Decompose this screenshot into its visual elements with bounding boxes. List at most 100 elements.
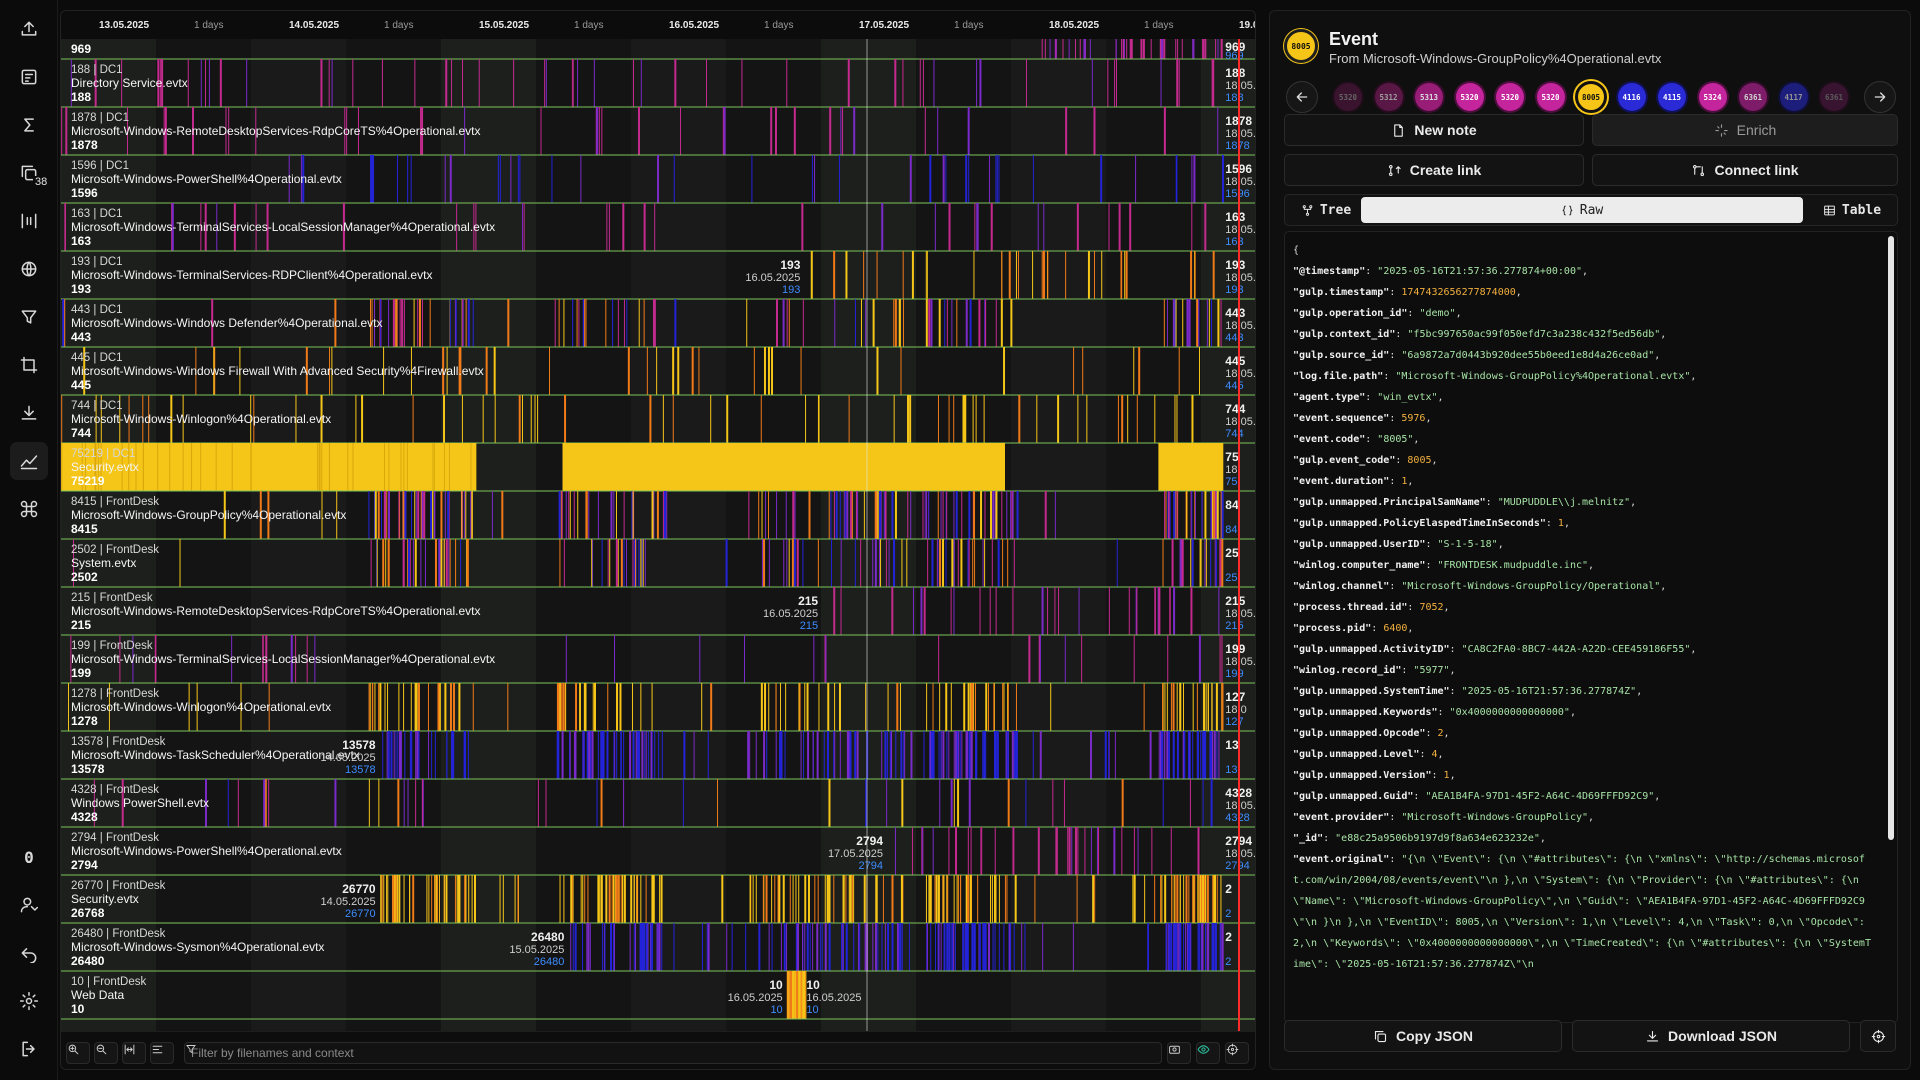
event-chip[interactable]: 5320 bbox=[1453, 81, 1486, 113]
tab-table[interactable]: Table bbox=[1809, 197, 1895, 223]
event-mark bbox=[994, 923, 996, 971]
parsing-icon[interactable] bbox=[10, 58, 48, 96]
event-mark bbox=[456, 875, 458, 923]
copy-json-button[interactable]: Copy JSON bbox=[1284, 1020, 1562, 1052]
json-value: "S-1-5-18" bbox=[1437, 539, 1498, 550]
event-mark bbox=[1093, 251, 1095, 299]
tab-raw[interactable]: Raw bbox=[1361, 197, 1803, 223]
json-scrollbar[interactable] bbox=[1888, 236, 1894, 840]
event-mark bbox=[1202, 39, 1205, 59]
next-event-icon[interactable] bbox=[1864, 81, 1896, 113]
event-chip-active[interactable]: 8005 bbox=[1575, 81, 1607, 113]
visibility-toggle-icon[interactable] bbox=[1196, 1042, 1220, 1064]
event-chip[interactable]: 5313 bbox=[1413, 81, 1445, 113]
event-chip[interactable]: 4115 bbox=[1656, 81, 1688, 113]
counter-button[interactable]: 0 bbox=[10, 838, 48, 876]
event-mark bbox=[617, 539, 619, 587]
event-mark bbox=[945, 683, 948, 731]
json-key: "process.pid" bbox=[1293, 623, 1372, 634]
target-icon[interactable] bbox=[1225, 1042, 1249, 1064]
event-mark bbox=[1220, 299, 1222, 347]
fit-width-icon[interactable] bbox=[122, 1042, 146, 1064]
event-mark bbox=[615, 491, 617, 539]
event-mark bbox=[1194, 251, 1196, 299]
event-mark bbox=[381, 875, 383, 923]
event-chip[interactable]: 5320 bbox=[1534, 81, 1567, 113]
json-field: "gulp.unmapped.Level": 4, bbox=[1293, 749, 1444, 760]
raw-json-view[interactable]: { "@timestamp": "2025-05-16T21:57:36.277… bbox=[1284, 231, 1898, 1023]
event-mark bbox=[884, 923, 886, 971]
event-mark bbox=[1044, 491, 1047, 539]
event-chip[interactable]: 5312 bbox=[1372, 81, 1405, 113]
new-note-button[interactable]: New note bbox=[1284, 114, 1584, 146]
event-mark bbox=[760, 395, 762, 443]
sources-copy-icon[interactable]: 38 bbox=[10, 154, 50, 192]
logout-icon[interactable] bbox=[10, 1030, 48, 1068]
event-mark bbox=[569, 491, 571, 539]
previous-event-icon[interactable] bbox=[1286, 81, 1318, 113]
globe-icon[interactable] bbox=[10, 250, 48, 288]
event-mark bbox=[1172, 683, 1175, 731]
row-count-label: 26768 bbox=[71, 906, 105, 920]
timeline-chart-icon[interactable] bbox=[10, 442, 48, 480]
locate-event-button[interactable] bbox=[1860, 1020, 1896, 1052]
split-view-icon[interactable] bbox=[10, 202, 48, 240]
undo-icon[interactable] bbox=[10, 934, 48, 972]
event-chip[interactable]: 5324 bbox=[1696, 81, 1729, 113]
event-mark bbox=[989, 587, 991, 635]
event-mark bbox=[1174, 299, 1176, 347]
json-open-brace: { bbox=[1293, 245, 1300, 256]
event-chip[interactable]: 5320 bbox=[1494, 81, 1526, 113]
event-mark bbox=[656, 347, 658, 395]
screenshot-icon[interactable] bbox=[1167, 1042, 1191, 1064]
event-mark bbox=[418, 299, 421, 347]
event-mark bbox=[658, 731, 660, 779]
event-chip[interactable]: 6361 bbox=[1818, 81, 1850, 113]
json-value: "2025-05-16T21:57:36.277874Z" bbox=[1461, 686, 1637, 697]
event-panel: 8005 Event From Microsoft-Windows-GroupP… bbox=[1269, 10, 1911, 1070]
filter-bar[interactable] bbox=[184, 1042, 1162, 1064]
users-icon[interactable] bbox=[10, 886, 48, 924]
row-context-label: 188 | DC1 bbox=[71, 64, 123, 76]
command-icon[interactable] bbox=[10, 490, 48, 528]
filter-icon[interactable] bbox=[10, 298, 48, 336]
enrich-button[interactable]: Enrich bbox=[1592, 114, 1898, 146]
event-chip[interactable]: 6361 bbox=[1737, 81, 1769, 113]
list-settings-icon[interactable] bbox=[150, 1042, 174, 1064]
json-value: "{\n \"Event\": {\n \"#attributes\": {\n… bbox=[1293, 854, 1871, 970]
event-mark bbox=[929, 155, 932, 203]
row-count-label: 75219 bbox=[71, 474, 105, 488]
download-icon[interactable] bbox=[10, 394, 48, 432]
event-chip[interactable]: 4116 bbox=[1615, 81, 1648, 113]
event-chip[interactable]: 5320 bbox=[1332, 81, 1364, 113]
timeline-panel[interactable]: 13.05.2025 1 days 14.05.2025 1 days 15.05.20… bbox=[60, 10, 1256, 1070]
zoom-out-icon[interactable] bbox=[94, 1042, 118, 1064]
event-mark bbox=[513, 59, 515, 107]
filter-input[interactable] bbox=[191, 1046, 1131, 1060]
row-end-count-blue: 969 bbox=[1225, 50, 1243, 62]
download-json-button[interactable]: Download JSON bbox=[1572, 1020, 1850, 1052]
connect-link-button[interactable]: Connect link bbox=[1592, 154, 1898, 186]
event-mark bbox=[726, 395, 729, 443]
upload-icon[interactable] bbox=[10, 10, 48, 48]
event-chip[interactable]: 4117 bbox=[1777, 81, 1810, 113]
event-mark bbox=[957, 779, 960, 827]
event-code-badge: 8005 bbox=[1284, 29, 1318, 63]
event-mark bbox=[644, 923, 646, 971]
timeline-canvas[interactable]: 13.05.2025 1 days 14.05.2025 1 days 15.05.20… bbox=[61, 11, 1256, 1031]
event-mark bbox=[586, 923, 588, 971]
json-key: "winlog.channel" bbox=[1293, 581, 1390, 592]
row-end-date: 18.0 bbox=[1225, 704, 1246, 716]
tab-tree[interactable]: Tree bbox=[1289, 197, 1363, 223]
crop-icon[interactable] bbox=[10, 346, 48, 384]
event-mark bbox=[651, 491, 654, 539]
event-mark bbox=[934, 923, 936, 971]
zoom-in-icon[interactable] bbox=[66, 1042, 90, 1064]
event-mark bbox=[794, 491, 796, 539]
create-link-button[interactable]: Create link bbox=[1284, 154, 1584, 186]
event-mark bbox=[601, 731, 604, 779]
event-mark bbox=[925, 875, 927, 923]
settings-gear-icon[interactable] bbox=[10, 982, 48, 1020]
sigma-icon[interactable] bbox=[10, 106, 48, 144]
event-mark bbox=[369, 683, 371, 731]
